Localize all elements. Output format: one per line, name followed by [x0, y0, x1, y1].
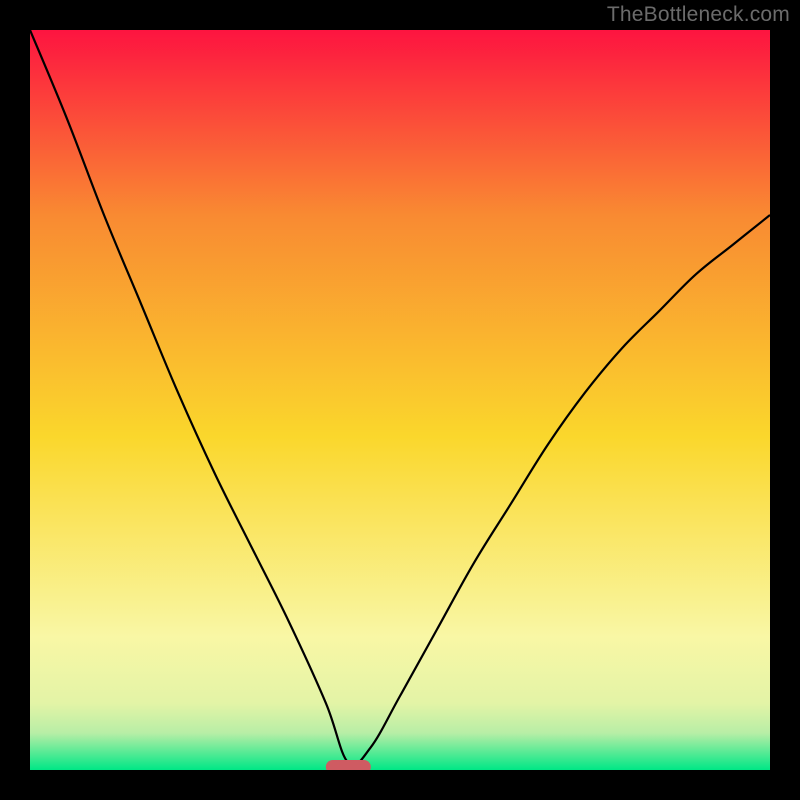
- chart-frame: TheBottleneck.com: [0, 0, 800, 800]
- watermark-text: TheBottleneck.com: [607, 3, 790, 27]
- optimum-marker: [326, 760, 370, 770]
- plot-area: [30, 30, 770, 770]
- bottleneck-curve: [30, 30, 770, 770]
